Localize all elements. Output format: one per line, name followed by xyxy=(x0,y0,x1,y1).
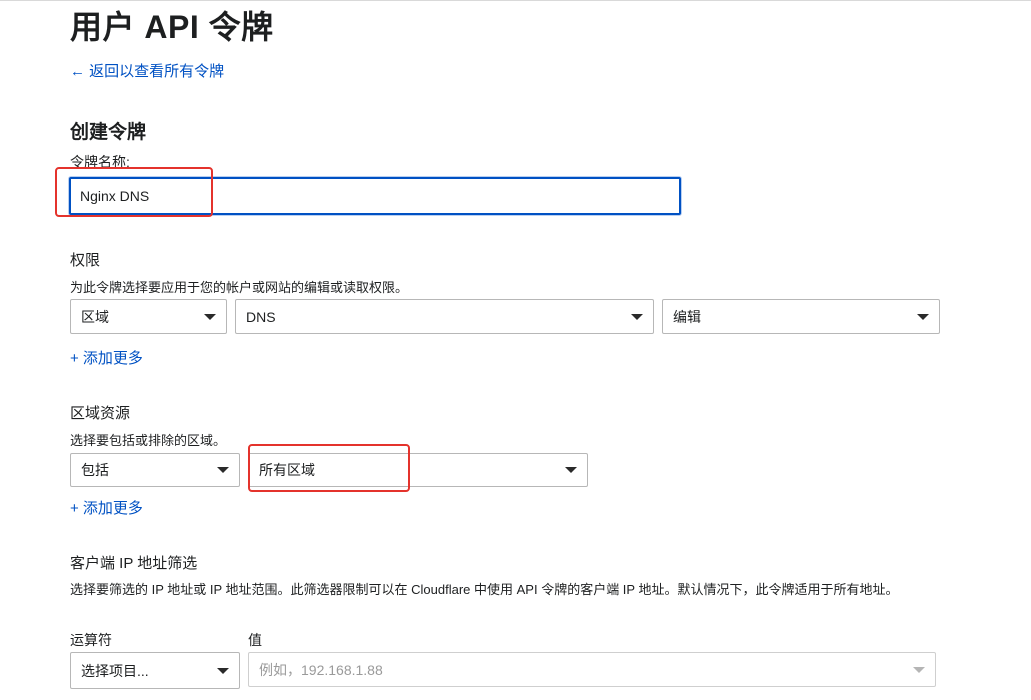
operator-select[interactable]: 选择项目... xyxy=(70,652,240,689)
permission-access-select[interactable]: 编辑 xyxy=(662,299,940,334)
chevron-down-icon xyxy=(565,467,577,473)
add-zone-link[interactable]: + 添加更多 xyxy=(70,497,143,518)
ip-filter-description: 选择要筛选的 IP 地址或 IP 地址范围。此筛选器限制可以在 Cloudfla… xyxy=(70,582,899,597)
value-label: 值 xyxy=(248,632,262,648)
ip-value-placeholder: 例如，192.168.1.88 xyxy=(259,661,383,678)
page-title: 用户 API 令牌 xyxy=(70,9,274,45)
zone-select-value: 所有区域 xyxy=(259,462,315,478)
token-name-value: Nginx DNS xyxy=(80,188,150,204)
operator-placeholder: 选择项目... xyxy=(81,662,149,679)
chevron-down-icon xyxy=(204,313,216,320)
permissions-heading: 权限 xyxy=(70,252,101,269)
permissions-description: 为此令牌选择要应用于您的帐户或网站的编辑或读取权限。 xyxy=(70,280,409,295)
chevron-down-icon xyxy=(631,313,643,320)
operator-label: 运算符 xyxy=(70,632,112,648)
permission-scope-select[interactable]: 区域 xyxy=(70,299,227,334)
back-to-tokens-link[interactable]: ← 返回以查看所有令牌 xyxy=(70,60,224,81)
chevron-down-icon xyxy=(217,467,229,473)
chevron-down-icon xyxy=(217,667,229,674)
create-token-heading: 创建令牌 xyxy=(70,122,147,143)
permission-scope-value: 区域 xyxy=(81,308,109,325)
permission-resource-select[interactable]: DNS xyxy=(235,299,654,334)
ip-value-select[interactable]: 例如，192.168.1.88 xyxy=(248,652,936,687)
token-name-label: 令牌名称: xyxy=(70,154,130,170)
zone-include-value: 包括 xyxy=(81,462,109,478)
zone-include-select[interactable]: 包括 xyxy=(70,453,240,487)
ip-filter-heading: 客户端 IP 地址筛选 xyxy=(70,555,198,572)
chevron-down-icon xyxy=(917,313,929,320)
permission-resource-value: DNS xyxy=(246,308,276,325)
add-permission-link[interactable]: + 添加更多 xyxy=(70,347,143,368)
zone-resources-description: 选择要包括或排除的区域。 xyxy=(70,433,227,448)
chevron-down-icon xyxy=(913,666,925,673)
zone-select[interactable]: 所有区域 xyxy=(248,453,588,487)
permission-access-value: 编辑 xyxy=(673,308,701,325)
token-name-input[interactable]: Nginx DNS xyxy=(69,177,681,215)
zone-resources-heading: 区域资源 xyxy=(70,405,131,422)
